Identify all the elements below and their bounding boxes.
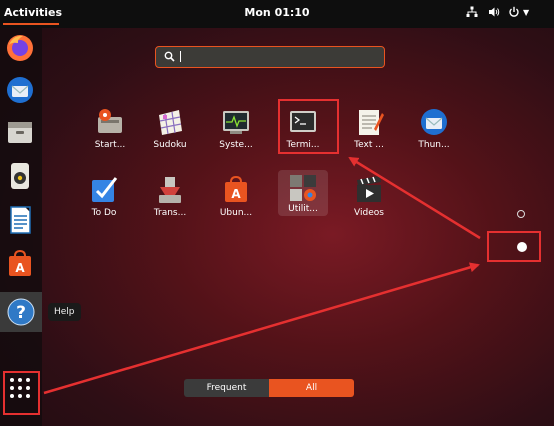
desktop-overview: Activities Mon 01:10 ▼ A ? Help Start...…: [0, 0, 554, 426]
annotation-arrows: [43, 156, 481, 395]
arrow-to-page-dot: [43, 262, 480, 395]
arrow-to-terminal: [348, 156, 481, 240]
